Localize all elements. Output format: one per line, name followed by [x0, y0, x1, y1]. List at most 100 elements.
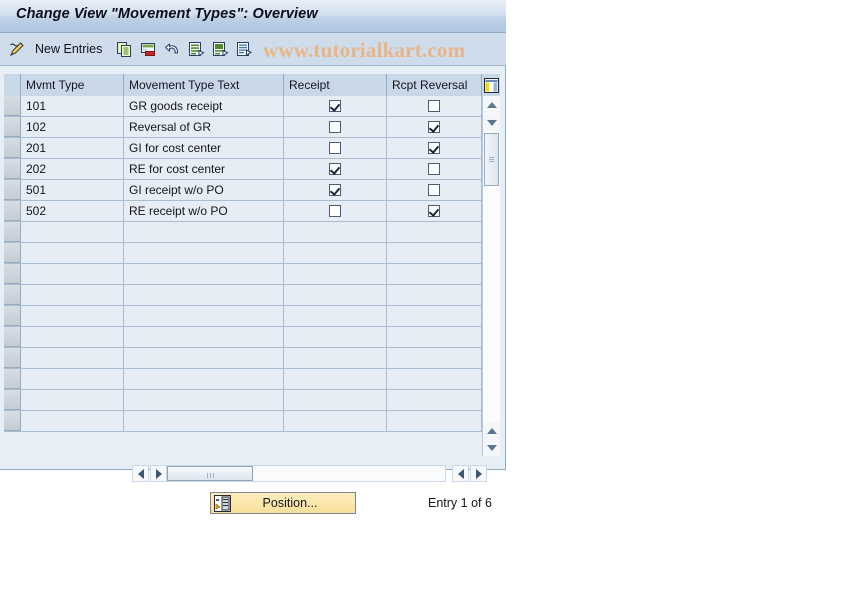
cell-empty[interactable]	[124, 243, 284, 263]
table-row[interactable]: 201 GI for cost center	[4, 138, 500, 159]
table-settings-button[interactable]	[482, 74, 500, 96]
row-select-button[interactable]	[4, 138, 21, 158]
cell-empty[interactable]	[124, 411, 284, 431]
cell-empty[interactable]	[21, 348, 124, 368]
checkbox-checked[interactable]	[428, 142, 440, 154]
cell-empty[interactable]	[284, 264, 387, 284]
cell-empty[interactable]	[124, 264, 284, 284]
cell-empty[interactable]	[387, 369, 482, 389]
row-select-button[interactable]	[4, 180, 21, 200]
cell-mvmt-type[interactable]: 501	[21, 180, 124, 200]
cell-empty[interactable]	[387, 264, 482, 284]
table-empty-row[interactable]	[4, 411, 500, 432]
cell-receipt[interactable]	[284, 117, 387, 137]
cell-mvmt-type[interactable]: 502	[21, 201, 124, 221]
table-empty-row[interactable]	[4, 264, 500, 285]
delete-button[interactable]	[140, 33, 157, 65]
cell-empty[interactable]	[387, 327, 482, 347]
row-select-button[interactable]	[4, 117, 21, 137]
table-row[interactable]: 502 RE receipt w/o PO	[4, 201, 500, 222]
cell-empty[interactable]	[387, 222, 482, 242]
table-row[interactable]: 101 GR goods receipt	[4, 96, 500, 117]
row-select-button[interactable]	[4, 264, 21, 284]
cell-empty[interactable]	[387, 348, 482, 368]
checkbox-checked[interactable]	[428, 121, 440, 133]
cell-empty[interactable]	[124, 348, 284, 368]
cell-receipt[interactable]	[284, 201, 387, 221]
cell-rcpt-reversal[interactable]	[387, 201, 482, 221]
cell-rcpt-reversal[interactable]	[387, 138, 482, 158]
row-select-button[interactable]	[4, 348, 21, 368]
scroll-page-up-button[interactable]	[483, 422, 500, 439]
table-empty-row[interactable]	[4, 348, 500, 369]
cell-empty[interactable]	[284, 348, 387, 368]
details-button[interactable]	[236, 33, 253, 65]
scroll-last-button[interactable]	[470, 465, 487, 482]
checkbox-checked[interactable]	[329, 163, 341, 175]
table-empty-row[interactable]	[4, 243, 500, 264]
cell-empty[interactable]	[124, 327, 284, 347]
column-header-movement-type-text[interactable]: Movement Type Text	[124, 74, 284, 96]
scroll-up-button[interactable]	[483, 96, 500, 113]
cell-empty[interactable]	[124, 222, 284, 242]
checkbox-checked[interactable]	[329, 100, 341, 112]
row-select-button[interactable]	[4, 369, 21, 389]
table-empty-row[interactable]	[4, 327, 500, 348]
row-select-button[interactable]	[4, 243, 21, 263]
row-select-button[interactable]	[4, 390, 21, 410]
cell-empty[interactable]	[284, 411, 387, 431]
table-empty-row[interactable]	[4, 285, 500, 306]
row-select-button[interactable]	[4, 96, 21, 116]
table-row[interactable]: 202 RE for cost center	[4, 159, 500, 180]
table-vertical-scrollbar[interactable]	[482, 96, 500, 456]
deselect-all-button[interactable]	[212, 33, 229, 65]
cell-rcpt-reversal[interactable]	[387, 159, 482, 179]
cell-movement-type-text[interactable]: GI receipt w/o PO	[124, 180, 284, 200]
cell-empty[interactable]	[21, 264, 124, 284]
scroll-first-button[interactable]	[452, 465, 469, 482]
cell-mvmt-type[interactable]: 101	[21, 96, 124, 116]
checkbox-unchecked[interactable]	[428, 163, 440, 175]
checkbox-unchecked[interactable]	[329, 205, 341, 217]
cell-movement-type-text[interactable]: RE receipt w/o PO	[124, 201, 284, 221]
copy-button[interactable]	[116, 33, 133, 65]
table-empty-row[interactable]	[4, 306, 500, 327]
cell-empty[interactable]	[21, 243, 124, 263]
cell-mvmt-type[interactable]: 202	[21, 159, 124, 179]
cell-empty[interactable]	[21, 222, 124, 242]
table-horizontal-scrollbar[interactable]	[8, 464, 504, 484]
cell-rcpt-reversal[interactable]	[387, 180, 482, 200]
position-button[interactable]: Position...	[210, 492, 356, 514]
cell-receipt[interactable]	[284, 138, 387, 158]
cell-empty[interactable]	[284, 285, 387, 305]
cell-empty[interactable]	[124, 369, 284, 389]
cell-receipt[interactable]	[284, 159, 387, 179]
select-all-button[interactable]	[188, 33, 205, 65]
cell-movement-type-text[interactable]: Reversal of GR	[124, 117, 284, 137]
cell-movement-type-text[interactable]: GI for cost center	[124, 138, 284, 158]
table-empty-row[interactable]	[4, 222, 500, 243]
table-empty-row[interactable]	[4, 390, 500, 411]
cell-empty[interactable]	[387, 411, 482, 431]
scroll-down-button[interactable]	[483, 114, 500, 131]
row-select-button[interactable]	[4, 306, 21, 326]
cell-rcpt-reversal[interactable]	[387, 96, 482, 116]
checkbox-unchecked[interactable]	[428, 184, 440, 196]
cell-empty[interactable]	[387, 306, 482, 326]
row-select-button[interactable]	[4, 201, 21, 221]
cell-empty[interactable]	[284, 327, 387, 347]
cell-empty[interactable]	[387, 285, 482, 305]
horizontal-scroll-thumb[interactable]	[167, 466, 253, 481]
cell-empty[interactable]	[21, 327, 124, 347]
row-select-button[interactable]	[4, 285, 21, 305]
cell-empty[interactable]	[284, 306, 387, 326]
checkbox-unchecked[interactable]	[329, 142, 341, 154]
cell-empty[interactable]	[124, 306, 284, 326]
cell-empty[interactable]	[124, 390, 284, 410]
cell-empty[interactable]	[284, 222, 387, 242]
cell-empty[interactable]	[21, 369, 124, 389]
cell-mvmt-type[interactable]: 102	[21, 117, 124, 137]
cell-receipt[interactable]	[284, 96, 387, 116]
cell-movement-type-text[interactable]: RE for cost center	[124, 159, 284, 179]
cell-empty[interactable]	[387, 243, 482, 263]
